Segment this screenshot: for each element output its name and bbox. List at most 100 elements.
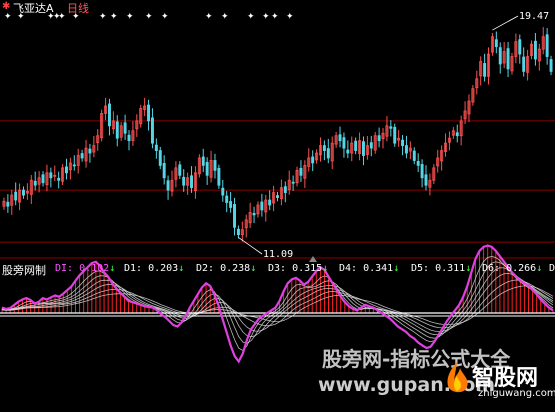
candle-body <box>107 103 111 127</box>
candle-body <box>533 40 537 60</box>
candle-body <box>6 201 10 207</box>
candle-body <box>205 162 209 176</box>
signal-marker-icon: ✦ <box>262 12 270 22</box>
stock-name: 飞亚达A <box>13 2 54 15</box>
price-high-label: 19.47 <box>519 11 550 22</box>
candle-body <box>22 189 25 196</box>
signal-marker-icon: ✦ <box>110 12 118 22</box>
candle-body <box>276 195 279 198</box>
signal-marker-icon: ✦ <box>286 12 294 22</box>
candle-body <box>393 126 397 144</box>
indicator-value: 0.341 <box>363 263 394 274</box>
candle-body <box>342 137 346 149</box>
candle-body <box>229 201 233 208</box>
indicator-label: D <box>549 263 555 274</box>
candle-body <box>33 180 37 186</box>
candle-body <box>424 174 428 186</box>
candle-body <box>420 164 424 179</box>
candle-body <box>404 145 408 154</box>
candle-body <box>299 167 303 176</box>
indicator-label: DI: <box>55 263 80 274</box>
down-arrow-icon: ↓ <box>250 263 257 274</box>
indicator-item-1: D1: 0.203↓ <box>124 263 184 274</box>
candle-body <box>401 139 405 147</box>
candle-body <box>549 59 553 72</box>
candle-body <box>162 163 166 179</box>
candle-body <box>311 156 315 164</box>
indicator-label: D5: <box>411 263 436 274</box>
candle-body <box>154 144 158 151</box>
candle-body <box>291 181 295 184</box>
candle-body <box>88 148 92 154</box>
candle-body <box>522 56 526 72</box>
down-arrow-icon: ↓ <box>109 263 116 274</box>
signal-marker-icon: ✦ <box>271 12 279 22</box>
candle-body <box>115 121 119 139</box>
candle-body <box>268 199 272 206</box>
down-arrow-icon: ↓ <box>465 263 472 274</box>
candle-body <box>326 148 330 159</box>
watermark-brand-url: zhiguwang.com <box>478 388 555 399</box>
candle-body <box>506 48 510 70</box>
candle-body <box>158 150 162 166</box>
indicator-item-0: DI: 0.102↓ <box>55 263 115 274</box>
candle-body <box>377 135 381 142</box>
signal-marker-icon: ✦ <box>247 12 255 22</box>
candle-body <box>483 63 487 77</box>
period-label: 日线 <box>67 2 89 15</box>
indicator-label: D4: <box>339 263 364 274</box>
candle-body <box>147 104 151 122</box>
candle-body <box>354 140 358 151</box>
candle-body <box>41 174 45 184</box>
candle-body <box>361 141 365 156</box>
down-arrow-icon: ↓ <box>178 263 185 274</box>
signal-marker-icon: ✦ <box>126 12 134 22</box>
down-arrow-icon: ↓ <box>536 263 543 274</box>
candle-body <box>57 177 61 181</box>
candle-body <box>498 47 502 65</box>
signal-marker-icon: ✦ <box>145 12 153 22</box>
candle-body <box>178 164 182 176</box>
candle-body <box>225 195 229 203</box>
candle-body <box>236 228 240 236</box>
down-arrow-icon: ↓ <box>393 263 400 274</box>
candle-body <box>346 149 350 154</box>
candle-body <box>217 167 221 186</box>
candle-body <box>49 172 53 179</box>
chart-stage: ✦✦✦✦✦✦✦✦✦✦✦✦✦✦✦✦✦✦ ✱ 飞亚达A 日线 19.47 11.09… <box>0 0 555 408</box>
indicator-value: 0.102 <box>79 263 110 274</box>
candle-body <box>65 166 68 174</box>
candle-body <box>14 191 18 201</box>
annotation-leader <box>238 237 263 255</box>
candle-body <box>416 161 420 166</box>
candle-body <box>283 186 287 194</box>
indicator-value: 0.315 <box>292 263 323 274</box>
annotation-leader <box>492 15 519 31</box>
candle-body <box>123 122 127 134</box>
candle-body <box>166 180 170 191</box>
indicator-item-3: D3: 0.315↓ <box>268 263 328 274</box>
indicator-value: 0.203 <box>148 263 179 274</box>
signal-marker-icon: ✦ <box>161 12 169 22</box>
candle-body <box>494 39 498 48</box>
candle-body <box>338 134 342 142</box>
candle-body <box>190 175 194 189</box>
indicator-value: 0.266 <box>506 263 537 274</box>
cursor-marker-icon <box>309 256 317 262</box>
indicator-label: D2: <box>196 263 221 274</box>
indicator-name: 股旁网制 <box>2 264 46 277</box>
candle-body <box>80 153 84 159</box>
signal-marker-icon: ✦ <box>205 12 213 22</box>
indicator-item-2: D2: 0.238↓ <box>196 263 256 274</box>
indicator-label: D3: <box>268 263 293 274</box>
stock-icon: ✱ <box>2 1 11 12</box>
indicator-label: D6: <box>482 263 507 274</box>
candle-body <box>221 187 225 196</box>
signal-marker-icon: ✦ <box>99 12 107 22</box>
candle-body <box>412 150 416 161</box>
down-arrow-icon: ↓ <box>322 263 329 274</box>
candle-body <box>260 201 264 211</box>
candle-body <box>369 142 373 149</box>
candle-body <box>389 126 393 129</box>
candle-body <box>127 134 131 142</box>
